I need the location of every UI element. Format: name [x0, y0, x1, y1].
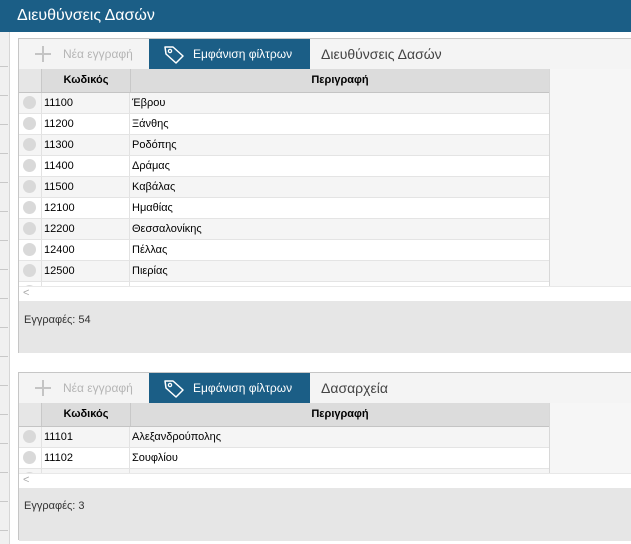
radio-icon[interactable]	[23, 451, 36, 464]
cell-description: Δράμας	[132, 160, 170, 172]
panel-forest-directorates: Νέα εγγραφή Εμφάνιση φίλτρων Διευθύνσεις…	[18, 38, 631, 353]
grid-title: Διευθύνσεις Δασών	[321, 46, 442, 62]
cell-description: Θεσσαλονίκης	[132, 223, 202, 235]
cell-code: 11300	[42, 135, 130, 155]
grid-rows-area: Κωδικός Περιγραφή 11100 Έβρου 11200 Ξάνθ…	[19, 69, 549, 301]
toolbar: Νέα εγγραφή Εμφάνιση φίλτρων Δασαρχεία	[19, 373, 631, 403]
record-count: Εγγραφές: 54	[19, 301, 631, 353]
column-header-description[interactable]: Περιγραφή	[131, 69, 549, 92]
new-record-label: Νέα εγγραφή	[63, 47, 133, 61]
cell-code: 12500	[42, 261, 130, 281]
scroll-left-icon[interactable]: <	[23, 474, 29, 486]
tag-filter-icon	[164, 380, 184, 398]
record-count: Εγγραφές: 3	[19, 488, 631, 541]
radio-icon[interactable]	[23, 430, 36, 443]
table-row[interactable]: 12200 Θεσσαλονίκης	[19, 219, 549, 240]
table-row[interactable]: 11300 Ροδόπης	[19, 135, 549, 156]
cell-description: Σουφλίου	[132, 452, 178, 464]
table-row[interactable]: 11100 Έβρου	[19, 93, 549, 114]
cell-description: Ημαθίας	[132, 202, 173, 214]
tag-filter-icon	[164, 46, 184, 64]
column-header-code[interactable]: Κωδικός	[42, 69, 131, 92]
cell-description: Έβρου	[132, 97, 166, 109]
radio-icon[interactable]	[23, 243, 36, 256]
radio-icon[interactable]	[23, 138, 36, 151]
cell-code: 12400	[42, 240, 130, 260]
new-record-label: Νέα εγγραφή	[63, 381, 133, 395]
table-row[interactable]: 12500 Πιερίας	[19, 261, 549, 282]
cell-code: 11200	[42, 114, 130, 134]
cell-description: Πιερίας	[132, 265, 168, 277]
grid-header: Κωδικός Περιγραφή	[19, 69, 549, 93]
header-selector-cell[interactable]	[19, 403, 42, 426]
radio-icon[interactable]	[23, 264, 36, 277]
header-selector-cell[interactable]	[19, 69, 42, 92]
cell-code: 11400	[42, 156, 130, 176]
cell-description: Ροδόπης	[132, 139, 177, 151]
table-row[interactable]: 11102 Σουφλίου	[19, 448, 549, 469]
table-row[interactable]: 12400 Πέλλας	[19, 240, 549, 261]
show-filters-button[interactable]: Εμφάνιση φίλτρων	[149, 373, 310, 403]
left-scroll-strip	[0, 32, 10, 544]
plus-icon	[35, 380, 51, 396]
radio-icon[interactable]	[23, 159, 36, 172]
show-filters-label: Εμφάνιση φίλτρων	[193, 47, 293, 61]
table-row[interactable]: 11400 Δράμας	[19, 156, 549, 177]
cell-code: 11100	[42, 93, 130, 113]
cell-code: 11102	[42, 448, 130, 468]
cell-description: Ξάνθης	[132, 118, 169, 130]
cell-code: 11101	[42, 427, 130, 447]
table-row[interactable]: 12100 Ημαθίας	[19, 198, 549, 219]
table-row[interactable]: 11200 Ξάνθης	[19, 114, 549, 135]
horizontal-scrollbar[interactable]: <	[19, 286, 631, 301]
column-header-code[interactable]: Κωδικός	[42, 403, 131, 426]
show-filters-label: Εμφάνιση φίλτρων	[193, 381, 293, 395]
data-grid: Κωδικός Περιγραφή 11100 Έβρου 11200 Ξάνθ…	[19, 69, 631, 301]
horizontal-scrollbar[interactable]: <	[19, 473, 631, 488]
data-grid: Κωδικός Περιγραφή 11101 Αλεξανδρούπολης …	[19, 403, 631, 488]
cell-code: 11500	[42, 177, 130, 197]
cell-description: Αλεξανδρούπολης	[132, 431, 222, 443]
radio-icon[interactable]	[23, 201, 36, 214]
scroll-left-icon[interactable]: <	[23, 287, 29, 299]
grid-empty-area	[549, 69, 631, 301]
radio-icon[interactable]	[23, 222, 36, 235]
cell-code: 12200	[42, 219, 130, 239]
new-record-button[interactable]: Νέα εγγραφή	[19, 373, 149, 403]
radio-icon[interactable]	[23, 117, 36, 130]
show-filters-button[interactable]: Εμφάνιση φίλτρων	[149, 39, 310, 69]
cell-code: 12100	[42, 198, 130, 218]
table-row[interactable]: 11101 Αλεξανδρούπολης	[19, 427, 549, 448]
new-record-button[interactable]: Νέα εγγραφή	[19, 39, 149, 69]
grid-title: Δασαρχεία	[321, 380, 388, 396]
cell-description: Πέλλας	[132, 244, 168, 256]
window-title: Διευθύνσεις Δασών	[0, 0, 631, 32]
table-row[interactable]: 11500 Καβάλας	[19, 177, 549, 198]
column-header-description[interactable]: Περιγραφή	[131, 403, 549, 426]
cell-description: Καβάλας	[132, 181, 176, 193]
panel-forest-offices: Νέα εγγραφή Εμφάνιση φίλτρων Δασαρχεία Κ…	[18, 372, 631, 541]
toolbar: Νέα εγγραφή Εμφάνιση φίλτρων Διευθύνσεις…	[19, 39, 631, 69]
radio-icon[interactable]	[23, 180, 36, 193]
grid-header: Κωδικός Περιγραφή	[19, 403, 549, 427]
radio-icon[interactable]	[23, 96, 36, 109]
plus-icon	[35, 46, 51, 62]
